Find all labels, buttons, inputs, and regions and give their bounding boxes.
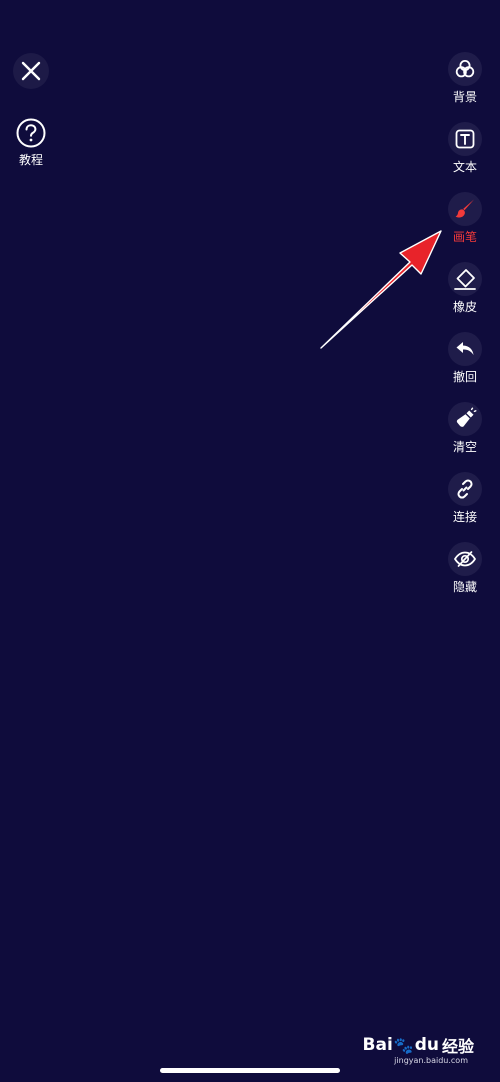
tool-clear-label: 清空 <box>452 440 477 454</box>
help-circle-icon <box>15 117 47 149</box>
tool-hide[interactable]: 隐藏 <box>447 542 483 594</box>
watermark-brand-a: Bai <box>362 1035 393 1055</box>
close-icon <box>21 61 41 81</box>
annotation-arrow <box>320 230 442 349</box>
watermark-brand-c: 经验 <box>441 1037 474 1056</box>
undo-icon <box>456 342 474 355</box>
tool-eraser-label: 橡皮 <box>452 300 477 314</box>
tool-link-label: 连接 <box>452 510 477 524</box>
tool-hide-label: 隐藏 <box>452 580 477 594</box>
tool-background-label: 背景 <box>452 90 477 104</box>
close-button[interactable] <box>13 53 49 89</box>
layers-icon <box>455 60 475 78</box>
watermark-brand-b: du <box>414 1035 439 1055</box>
canvas-screen[interactable]: 教程 背景 文本 画笔 橡皮 撤回 清空 连接 隐藏 Bai 🐾 du 经验 j… <box>0 0 500 1082</box>
tool-text-label: 文本 <box>452 160 477 174</box>
tool-text[interactable]: 文本 <box>447 122 483 174</box>
tool-link[interactable]: 连接 <box>447 472 483 524</box>
tool-clear[interactable]: 清空 <box>447 402 483 454</box>
baidu-jingyan-watermark: Bai 🐾 du 经验 <box>363 1033 474 1057</box>
tool-eraser[interactable]: 橡皮 <box>447 262 483 314</box>
clear-broom-icon <box>456 407 477 427</box>
eye-off-icon <box>453 551 477 567</box>
text-box-icon <box>455 129 475 149</box>
tutorial-button[interactable]: 教程 <box>12 117 50 167</box>
home-indicator[interactable] <box>160 1068 340 1073</box>
paw-icon: 🐾 <box>393 1035 414 1055</box>
tool-background[interactable]: 背景 <box>447 52 483 104</box>
watermark-url: jingyan.baidu.com <box>394 1056 468 1065</box>
brush-icon <box>455 199 474 218</box>
tutorial-label: 教程 <box>18 153 43 167</box>
tool-brush-label: 画笔 <box>452 230 477 244</box>
tool-brush[interactable]: 画笔 <box>447 192 483 244</box>
eraser-icon <box>454 269 476 290</box>
tool-undo[interactable]: 撤回 <box>447 332 483 384</box>
tool-undo-label: 撤回 <box>452 370 477 384</box>
link-icon <box>457 479 473 499</box>
